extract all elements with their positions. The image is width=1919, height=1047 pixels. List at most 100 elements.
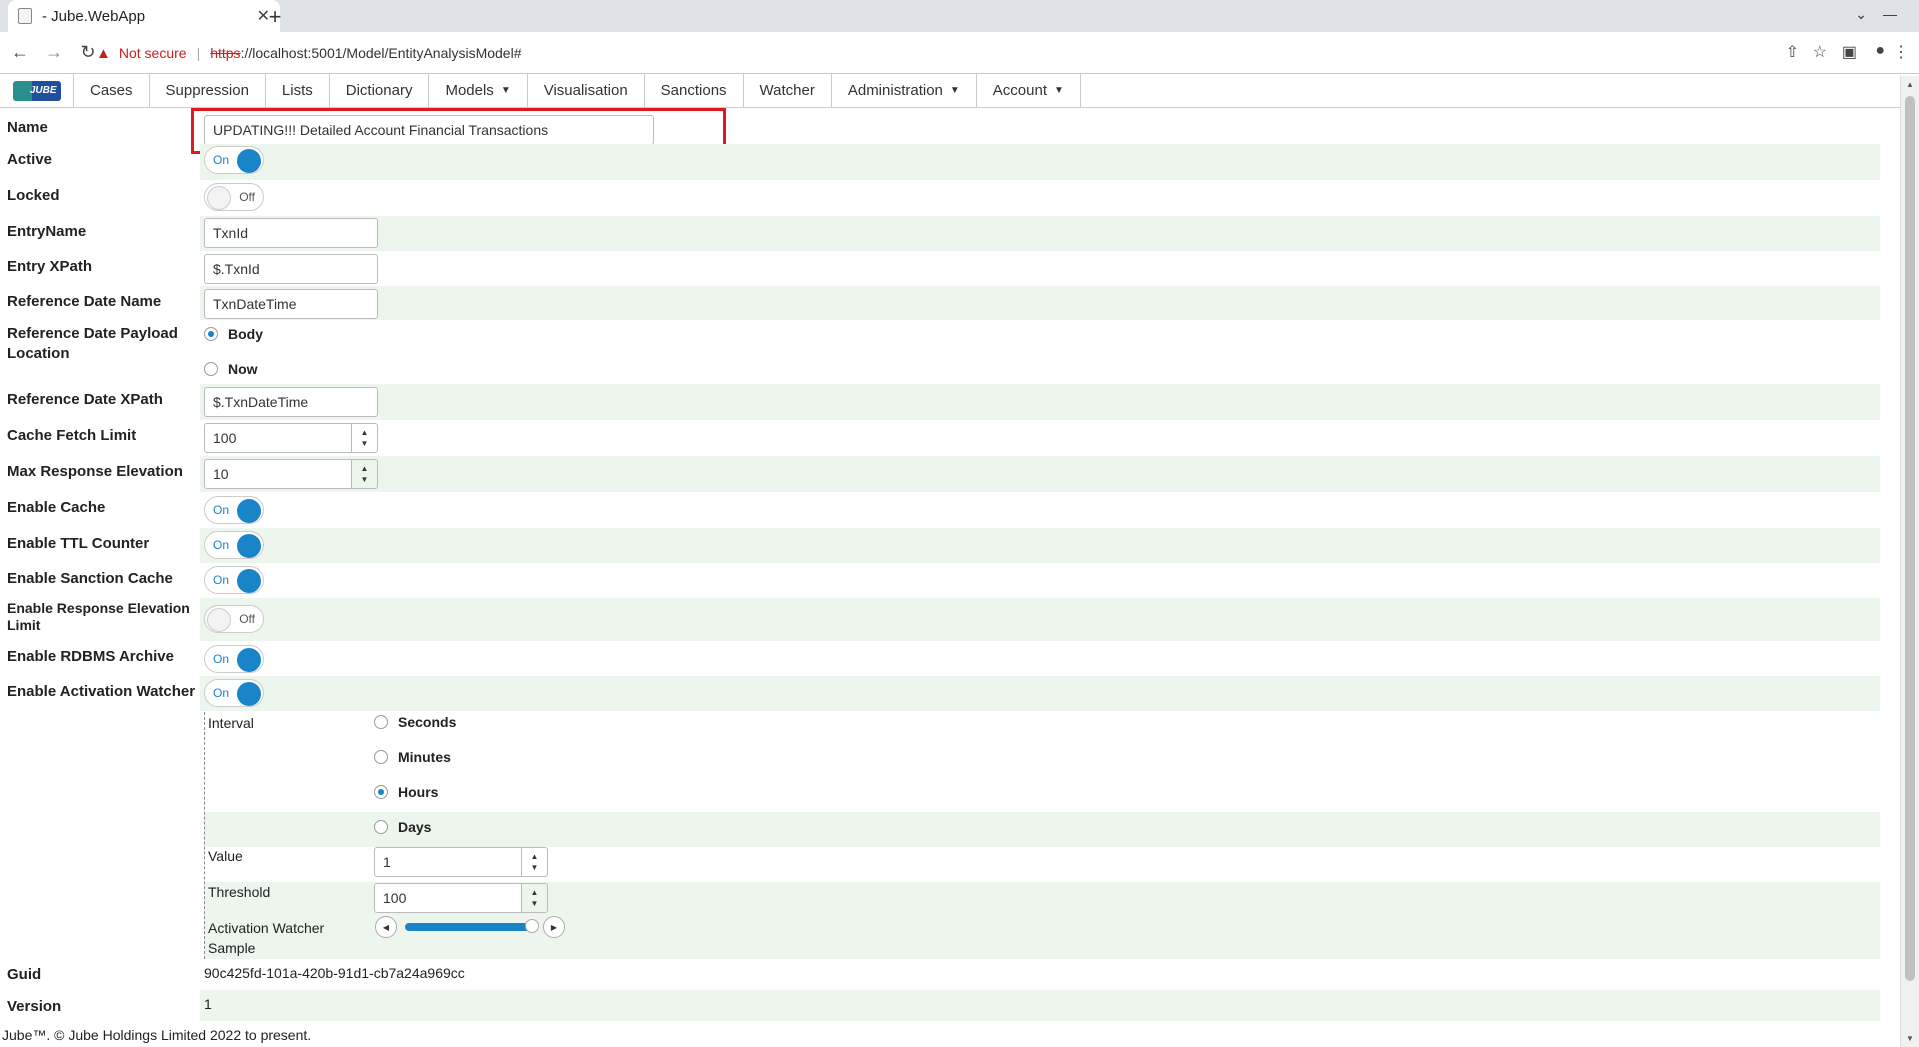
row-ref-date-xpath: Reference Date XPath $.TxnDateTime bbox=[0, 384, 1880, 420]
radio-button[interactable] bbox=[374, 820, 388, 834]
enable-sanction-cache-toggle[interactable]: On bbox=[204, 566, 264, 594]
nav-item-lists[interactable]: Lists bbox=[266, 74, 330, 107]
side-panel-icon[interactable]: ▣ bbox=[1842, 42, 1857, 62]
slider-right-icon[interactable]: ▶ bbox=[543, 916, 565, 938]
caret-down-icon: ▼ bbox=[500, 85, 511, 96]
watcher-sample-slider[interactable]: ◀ ▶ bbox=[375, 916, 565, 938]
nav-item-suppression[interactable]: Suppression bbox=[150, 74, 266, 107]
radio-button[interactable] bbox=[374, 750, 388, 764]
spin-down-icon[interactable]: ▼ bbox=[361, 474, 369, 485]
nav-item-sanctions[interactable]: Sanctions bbox=[645, 74, 744, 107]
enable-sanction-cache-label: Enable Sanction Cache bbox=[7, 570, 173, 587]
entry-xpath-label: Entry XPath bbox=[7, 258, 93, 275]
threshold-stepper[interactable]: 100 ▲ ▼ bbox=[374, 883, 548, 913]
slider-handle[interactable] bbox=[525, 919, 540, 933]
url-field[interactable]: ▲ Not secure | https ://localhost:5001/M… bbox=[96, 38, 1831, 68]
vertical-scrollbar[interactable]: ▲ ▼ bbox=[1900, 76, 1919, 1047]
enable-resp-elev-limit-toggle[interactable]: Off bbox=[204, 605, 264, 633]
enable-watcher-label: Enable Activation Watcher bbox=[7, 683, 196, 700]
url-text: ://localhost:5001/Model/EntityAnalysisMo… bbox=[240, 45, 522, 61]
radio-button[interactable] bbox=[374, 785, 388, 799]
row-entry-name: EntryName TxnId bbox=[0, 216, 1880, 251]
radio-now[interactable]: Now bbox=[204, 361, 258, 377]
radio-body[interactable]: Body bbox=[204, 326, 263, 342]
toggle-state: On bbox=[213, 538, 230, 552]
entry-xpath-input[interactable]: $.TxnId bbox=[204, 254, 378, 284]
nav-item-visualisation[interactable]: Visualisation bbox=[528, 74, 645, 107]
scroll-thumb[interactable] bbox=[1905, 96, 1915, 981]
value-stepper[interactable]: 1 ▲ ▼ bbox=[374, 847, 548, 877]
entry-name-input[interactable]: TxnId bbox=[204, 218, 378, 248]
spin-buttons[interactable]: ▲ ▼ bbox=[352, 423, 378, 453]
spin-down-icon[interactable]: ▼ bbox=[531, 862, 539, 873]
slider-track[interactable] bbox=[405, 919, 540, 933]
row-guid: Guid 90c425fd-101a-420b-91d1-cb7a24a969c… bbox=[0, 959, 1880, 990]
row-enable-sanction-cache: Enable Sanction Cache On bbox=[0, 563, 1880, 598]
radio-button[interactable] bbox=[374, 715, 388, 729]
jube-logo[interactable]: JUBE bbox=[0, 74, 74, 107]
enable-cache-toggle[interactable]: On bbox=[204, 496, 264, 524]
active-toggle[interactable]: On bbox=[204, 146, 264, 174]
nav-item-account[interactable]: Account ▼ bbox=[977, 74, 1081, 107]
spin-down-icon[interactable]: ▼ bbox=[361, 438, 369, 449]
toggle-state: On bbox=[213, 153, 230, 167]
scroll-down-icon[interactable]: ▼ bbox=[1906, 1034, 1914, 1043]
spin-buttons[interactable]: ▲ ▼ bbox=[522, 883, 548, 913]
spin-buttons[interactable]: ▲ ▼ bbox=[352, 459, 378, 489]
max-response-elevation-input[interactable]: 10 bbox=[204, 459, 352, 489]
row-version: Version 1 bbox=[0, 990, 1880, 1021]
nav-item-watcher[interactable]: Watcher bbox=[744, 74, 832, 107]
nav-item-label: Models bbox=[445, 82, 494, 99]
spin-buttons[interactable]: ▲ ▼ bbox=[522, 847, 548, 877]
share-icon[interactable]: ⇧ bbox=[1786, 42, 1799, 62]
radio-button[interactable] bbox=[204, 327, 218, 341]
threshold-input[interactable]: 100 bbox=[374, 883, 522, 913]
spin-up-icon[interactable]: ▲ bbox=[531, 851, 539, 862]
browser-tab[interactable]: - Jube.WebApp ✕ bbox=[8, 0, 280, 32]
cache-fetch-limit-stepper[interactable]: 100 ▲ ▼ bbox=[204, 423, 378, 453]
new-tab-icon[interactable]: + bbox=[260, 4, 290, 30]
radio-hours[interactable]: Hours bbox=[374, 784, 438, 800]
profile-icon[interactable]: ● bbox=[1875, 42, 1885, 60]
enable-ttl-toggle[interactable]: On bbox=[204, 531, 264, 559]
name-input[interactable]: UPDATING!!! Detailed Account Financial T… bbox=[204, 115, 654, 145]
radio-minutes[interactable]: Minutes bbox=[374, 749, 451, 765]
max-response-elevation-stepper[interactable]: 10 ▲ ▼ bbox=[204, 459, 378, 489]
scroll-up-icon[interactable]: ▲ bbox=[1906, 80, 1914, 89]
interval-label: Interval bbox=[208, 715, 254, 731]
spin-up-icon[interactable]: ▲ bbox=[361, 463, 369, 474]
slider-left-icon[interactable]: ◀ bbox=[375, 916, 397, 938]
caret-down-icon: ▼ bbox=[949, 85, 960, 96]
cache-fetch-limit-input[interactable]: 100 bbox=[204, 423, 352, 453]
ref-date-name-input[interactable]: TxnDateTime bbox=[204, 289, 378, 319]
ref-date-xpath-label: Reference Date XPath bbox=[7, 391, 163, 408]
row-ref-date-name: Reference Date Name TxnDateTime bbox=[0, 286, 1880, 320]
toggle-state: On bbox=[213, 652, 230, 666]
radio-seconds[interactable]: Seconds bbox=[374, 714, 456, 730]
radio-days[interactable]: Days bbox=[374, 819, 431, 835]
nav-item-administration[interactable]: Administration ▼ bbox=[832, 74, 977, 107]
spin-up-icon[interactable]: ▲ bbox=[531, 887, 539, 898]
enable-rdbms-toggle[interactable]: On bbox=[204, 645, 264, 673]
guid-value: 90c425fd-101a-420b-91d1-cb7a24a969cc bbox=[204, 965, 465, 981]
enable-watcher-toggle[interactable]: On bbox=[204, 679, 264, 707]
ref-date-xpath-input[interactable]: $.TxnDateTime bbox=[204, 387, 378, 417]
menu-icon[interactable]: ⋮ bbox=[1893, 42, 1909, 62]
watcher-subsection bbox=[204, 712, 205, 959]
nav-item-cases[interactable]: Cases bbox=[74, 74, 150, 107]
window-minimize-icon[interactable]: — bbox=[1883, 6, 1897, 22]
locked-toggle[interactable]: Off bbox=[204, 183, 264, 211]
nav-item-dictionary[interactable]: Dictionary bbox=[330, 74, 430, 107]
forward-icon[interactable]: → bbox=[40, 42, 68, 63]
back-icon[interactable]: ← bbox=[6, 42, 34, 63]
version-label: Version bbox=[7, 998, 62, 1015]
radio-button[interactable] bbox=[204, 362, 218, 376]
warning-icon: ▲ bbox=[96, 44, 111, 62]
page-icon bbox=[18, 8, 32, 24]
spin-up-icon[interactable]: ▲ bbox=[361, 427, 369, 438]
spin-down-icon[interactable]: ▼ bbox=[531, 898, 539, 909]
value-input[interactable]: 1 bbox=[374, 847, 522, 877]
star-icon[interactable]: ☆ bbox=[1813, 42, 1827, 62]
nav-item-models[interactable]: Models ▼ bbox=[429, 74, 528, 107]
chevron-down-icon[interactable]: ⌄ bbox=[1855, 6, 1867, 23]
